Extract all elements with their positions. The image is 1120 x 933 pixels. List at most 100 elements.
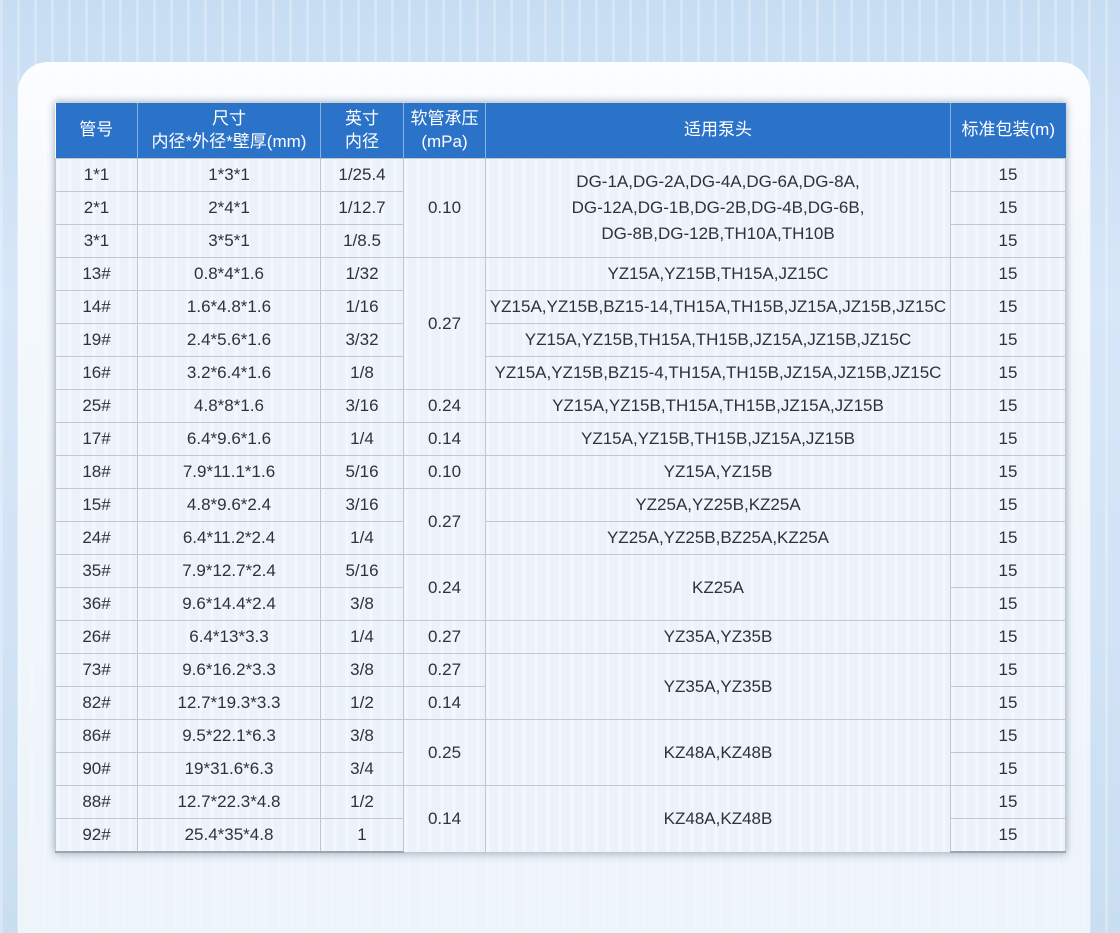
cell-tube-no: 26# — [56, 621, 138, 654]
header-pressure: 软管承压 (mPa) — [404, 103, 486, 159]
cell-inch: 1/32 — [321, 258, 404, 291]
table-row: 24# 6.4*11.2*2.4 1/4 YZ25A,YZ25B,BZ25A,K… — [56, 522, 1066, 555]
cell-tube-no: 35# — [56, 555, 138, 588]
header-pressure-unit: (mPa) — [404, 131, 485, 153]
pump-line: YZ15A,YZ15B — [488, 459, 948, 485]
header-size-label: 尺寸 — [138, 108, 320, 130]
pump-line: YZ15A,YZ15B,BZ15-4,TH15A,TH15B,JZ15A,JZ1… — [488, 360, 948, 386]
cell-inch: 1/4 — [321, 522, 404, 555]
cell-pack: 15 — [951, 588, 1066, 621]
cell-size: 2*4*1 — [138, 192, 321, 225]
cell-pumps: YZ15A,YZ15B,BZ15-4,TH15A,TH15B,JZ15A,JZ1… — [486, 357, 951, 390]
cell-pumps: YZ15A,YZ15B,BZ15-14,TH15A,TH15B,JZ15A,JZ… — [486, 291, 951, 324]
header-inch-label: 英寸 — [321, 108, 403, 130]
table-row: 13# 0.8*4*1.6 1/32 0.27 YZ15A,YZ15B,TH15… — [56, 258, 1066, 291]
cell-tube-no: 15# — [56, 489, 138, 522]
cell-pack: 15 — [951, 720, 1066, 753]
cell-pressure: 0.25 — [404, 720, 486, 786]
cell-pack: 15 — [951, 555, 1066, 588]
cell-pressure: 0.14 — [404, 786, 486, 853]
cell-tube-no: 25# — [56, 390, 138, 423]
cell-tube-no: 88# — [56, 786, 138, 819]
cell-size: 1.6*4.8*1.6 — [138, 291, 321, 324]
cell-pressure: 0.10 — [404, 159, 486, 258]
cell-inch: 1/12.7 — [321, 192, 404, 225]
cell-size: 0.8*4*1.6 — [138, 258, 321, 291]
cell-inch: 1/4 — [321, 621, 404, 654]
cell-inch: 1/16 — [321, 291, 404, 324]
header-pumps: 适用泵头 — [486, 103, 951, 159]
header-tube-no-label: 管号 — [56, 119, 138, 141]
cell-size: 7.9*12.7*2.4 — [138, 555, 321, 588]
cell-size: 9.6*14.4*2.4 — [138, 588, 321, 621]
cell-inch: 1/2 — [321, 786, 404, 819]
cell-inch: 3/16 — [321, 390, 404, 423]
cell-size: 1*3*1 — [138, 159, 321, 192]
cell-pack: 15 — [951, 159, 1066, 192]
cell-pack: 15 — [951, 654, 1066, 687]
cell-pack: 15 — [951, 357, 1066, 390]
cell-tube-no: 14# — [56, 291, 138, 324]
cell-inch: 1 — [321, 819, 404, 853]
header-packaging: 标准包装(m) — [951, 103, 1066, 159]
cell-size: 3*5*1 — [138, 225, 321, 258]
cell-inch: 3/32 — [321, 324, 404, 357]
cell-tube-no: 86# — [56, 720, 138, 753]
pump-line: YZ35A,YZ35B — [488, 624, 948, 650]
cell-size: 2.4*5.6*1.6 — [138, 324, 321, 357]
cell-pumps: YZ35A,YZ35B — [486, 654, 951, 720]
cell-pumps: YZ15A,YZ15B,TH15A,TH15B,JZ15A,JZ15B — [486, 390, 951, 423]
cell-size: 6.4*13*3.3 — [138, 621, 321, 654]
table-row: 73# 9.6*16.2*3.3 3/8 0.27 YZ35A,YZ35B 15 — [56, 654, 1066, 687]
cell-pumps: KZ48A,KZ48B — [486, 786, 951, 853]
cell-inch: 3/8 — [321, 720, 404, 753]
table-row: 14# 1.6*4.8*1.6 1/16 YZ15A,YZ15B,BZ15-14… — [56, 291, 1066, 324]
table-header: 管号 尺寸 内径*外径*壁厚(mm) 英寸 内径 软管承压 (mPa) 适用泵头… — [56, 103, 1066, 159]
pump-line: YZ15A,YZ15B,TH15A,JZ15C — [488, 261, 948, 287]
cell-size: 7.9*11.1*1.6 — [138, 456, 321, 489]
cell-tube-no: 24# — [56, 522, 138, 555]
pump-line: YZ35A,YZ35B — [488, 674, 948, 700]
table-row: 15# 4.8*9.6*2.4 3/16 0.27 YZ25A,YZ25B,KZ… — [56, 489, 1066, 522]
cell-pack: 15 — [951, 687, 1066, 720]
cell-pack: 15 — [951, 324, 1066, 357]
cell-tube-no: 92# — [56, 819, 138, 853]
table-row: 18# 7.9*11.1*1.6 5/16 0.10 YZ15A,YZ15B 1… — [56, 456, 1066, 489]
cell-tube-no: 19# — [56, 324, 138, 357]
pump-line: YZ15A,YZ15B,BZ15-14,TH15A,TH15B,JZ15A,JZ… — [488, 294, 948, 320]
cell-pumps: YZ15A,YZ15B — [486, 456, 951, 489]
pump-line: YZ15A,YZ15B,TH15B,JZ15A,JZ15B — [488, 426, 948, 452]
cell-pack: 15 — [951, 522, 1066, 555]
cell-pressure: 0.10 — [404, 456, 486, 489]
cell-size: 4.8*9.6*2.4 — [138, 489, 321, 522]
header-size-sublabel: 内径*外径*壁厚(mm) — [138, 131, 320, 153]
cell-size: 9.6*16.2*3.3 — [138, 654, 321, 687]
cell-tube-no: 3*1 — [56, 225, 138, 258]
cell-pressure: 0.27 — [404, 258, 486, 390]
pump-line: DG-1A,DG-2A,DG-4A,DG-6A,DG-8A, — [488, 169, 948, 195]
cell-tube-no: 2*1 — [56, 192, 138, 225]
table-row: 19# 2.4*5.6*1.6 3/32 YZ15A,YZ15B,TH15A,T… — [56, 324, 1066, 357]
cell-pumps: YZ15A,YZ15B,TH15A,JZ15C — [486, 258, 951, 291]
cell-pressure: 0.24 — [404, 390, 486, 423]
cell-inch: 3/8 — [321, 588, 404, 621]
pump-line: DG-12A,DG-1B,DG-2B,DG-4B,DG-6B, — [488, 195, 948, 221]
cell-pack: 15 — [951, 390, 1066, 423]
cell-tube-no: 13# — [56, 258, 138, 291]
header-pressure-label: 软管承压 — [404, 108, 485, 130]
pump-line: YZ25A,YZ25B,BZ25A,KZ25A — [488, 525, 948, 551]
cell-pack: 15 — [951, 489, 1066, 522]
pump-line: YZ15A,YZ15B,TH15A,TH15B,JZ15A,JZ15B,JZ15… — [488, 327, 948, 353]
cell-pack: 15 — [951, 423, 1066, 456]
header-packaging-label: 标准包装(m) — [951, 119, 1066, 141]
cell-inch: 5/16 — [321, 555, 404, 588]
table-row: 26# 6.4*13*3.3 1/4 0.27 YZ35A,YZ35B 15 — [56, 621, 1066, 654]
cell-pumps: YZ25A,YZ25B,KZ25A — [486, 489, 951, 522]
cell-pumps: YZ35A,YZ35B — [486, 621, 951, 654]
cell-pressure: 0.24 — [404, 555, 486, 621]
cell-size: 6.4*9.6*1.6 — [138, 423, 321, 456]
content-card: 管号 尺寸 内径*外径*壁厚(mm) 英寸 内径 软管承压 (mPa) 适用泵头… — [18, 62, 1090, 933]
cell-inch: 3/8 — [321, 654, 404, 687]
header-row: 管号 尺寸 内径*外径*壁厚(mm) 英寸 内径 软管承压 (mPa) 适用泵头… — [56, 103, 1066, 159]
table-row: 35# 7.9*12.7*2.4 5/16 0.24 KZ25A 15 — [56, 555, 1066, 588]
